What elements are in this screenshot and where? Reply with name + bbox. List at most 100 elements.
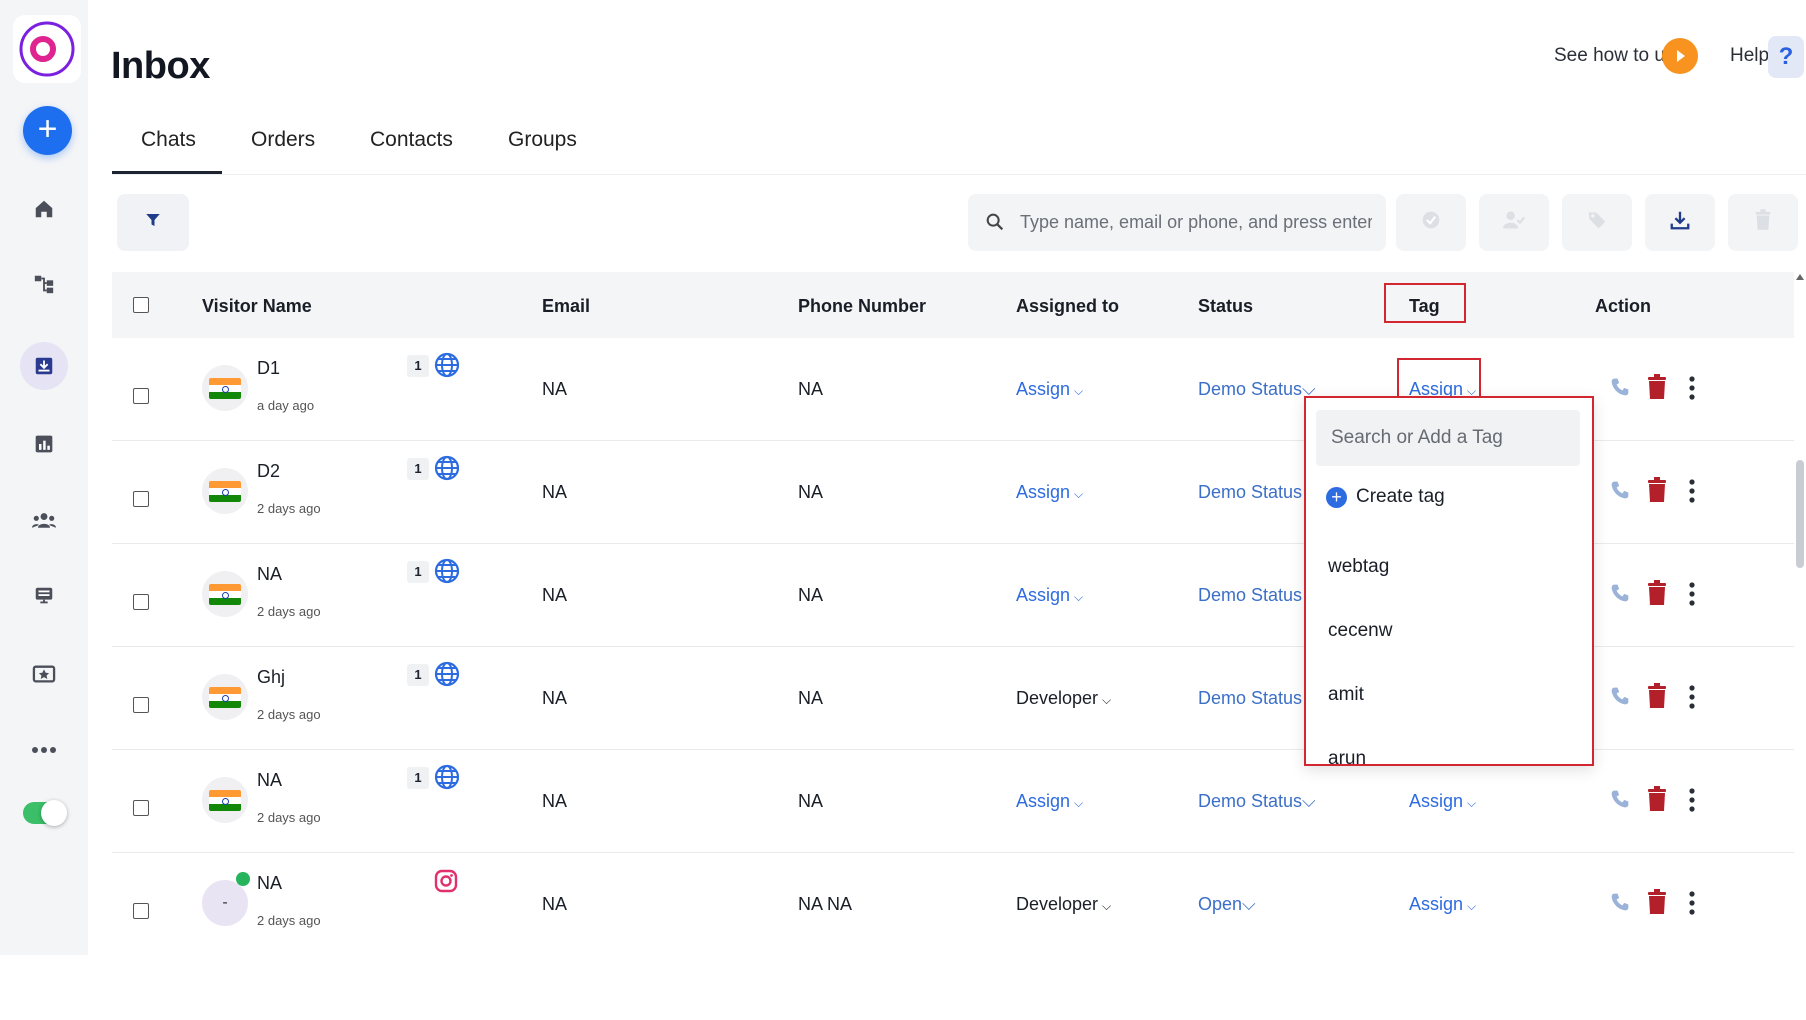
rewards-icon[interactable] xyxy=(20,650,68,698)
assign-agent-button[interactable] xyxy=(1479,194,1549,251)
status-dropdown[interactable]: Demo Status xyxy=(1198,688,1302,709)
assign-agent-dropdown[interactable]: Assign ⌵ xyxy=(1016,791,1083,812)
phone-icon[interactable] xyxy=(1610,686,1630,711)
online-toggle[interactable] xyxy=(23,800,67,826)
chevron-down-icon: ⌵ xyxy=(1242,894,1256,914)
phone-icon[interactable] xyxy=(1610,789,1630,814)
broadcast-icon[interactable] xyxy=(20,572,68,620)
phone-cell: NA xyxy=(798,791,824,811)
more-vertical-icon[interactable] xyxy=(1689,891,1695,920)
status-dropdown[interactable]: Demo Status⌵ xyxy=(1198,791,1316,812)
unread-count-badge: 1 xyxy=(407,355,429,377)
col-status[interactable]: Status xyxy=(1198,296,1253,317)
more-vertical-icon[interactable] xyxy=(1689,479,1695,508)
tag-assign-dropdown[interactable]: Assign ⌵ xyxy=(1409,894,1476,915)
status-dropdown[interactable]: Demo Status xyxy=(1198,482,1302,503)
avatar xyxy=(202,468,248,514)
visitor-name[interactable]: D2 xyxy=(257,461,280,482)
assign-agent-dropdown[interactable]: Developer ⌵ xyxy=(1016,688,1111,709)
visitor-time: 2 days ago xyxy=(257,604,321,619)
visitor-name[interactable]: D1 xyxy=(257,358,280,379)
col-visitor-name[interactable]: Visitor Name xyxy=(202,296,312,317)
status-dropdown[interactable]: Demo Status xyxy=(1198,585,1302,606)
trash-icon[interactable] xyxy=(1647,889,1667,920)
contacts-group-icon[interactable] xyxy=(20,496,68,544)
tag-assign-dropdown[interactable]: Assign ⌵ xyxy=(1409,791,1476,812)
filter-button[interactable] xyxy=(117,194,189,251)
tag-label: Assign xyxy=(1409,894,1464,914)
visitor-name[interactable]: Ghj xyxy=(257,667,285,688)
trash-icon[interactable] xyxy=(1647,477,1667,508)
row-checkbox[interactable] xyxy=(133,594,149,610)
status-dropdown[interactable]: Open⌵ xyxy=(1198,894,1256,915)
phone-icon[interactable] xyxy=(1610,480,1630,505)
assign-agent-dropdown[interactable]: Assign ⌵ xyxy=(1016,585,1083,606)
visitor-name[interactable]: NA xyxy=(257,873,282,894)
play-icon[interactable] xyxy=(1662,38,1698,74)
col-phone[interactable]: Phone Number xyxy=(798,296,926,317)
col-email[interactable]: Email xyxy=(542,296,590,317)
chevron-down-icon: ⌵ xyxy=(1102,693,1112,707)
phone-icon[interactable] xyxy=(1610,583,1630,608)
help-icon[interactable]: ? xyxy=(1768,36,1804,78)
assign-agent-dropdown[interactable]: Assign ⌵ xyxy=(1016,482,1083,503)
chevron-down-icon: ⌵ xyxy=(1074,384,1084,398)
table-row[interactable]: - NA 2 days ago NA NA NA Developer ⌵ Open⌵ Assig… xyxy=(112,853,1794,955)
phone-icon[interactable] xyxy=(1610,377,1630,402)
visitor-name[interactable]: NA xyxy=(257,770,282,791)
delete-selected-button[interactable] xyxy=(1728,194,1798,251)
flow-icon[interactable] xyxy=(20,260,68,308)
more-icon[interactable] xyxy=(20,726,68,774)
analytics-icon[interactable] xyxy=(20,420,68,468)
tag-option[interactable]: arun xyxy=(1328,748,1366,764)
add-button[interactable]: + xyxy=(23,106,72,155)
row-checkbox[interactable] xyxy=(133,491,149,507)
app-logo[interactable] xyxy=(13,15,81,83)
select-all-checkbox[interactable] xyxy=(133,297,149,313)
more-vertical-icon[interactable] xyxy=(1689,376,1695,405)
phone-cell: NA xyxy=(798,482,824,502)
chevron-down-icon: ⌵ xyxy=(1467,899,1477,913)
resolve-button[interactable] xyxy=(1396,194,1466,251)
col-assigned[interactable]: Assigned to xyxy=(1016,296,1119,317)
row-checkbox[interactable] xyxy=(133,697,149,713)
trash-icon[interactable] xyxy=(1647,580,1667,611)
trash-icon[interactable] xyxy=(1647,786,1667,817)
visitor-name[interactable]: NA xyxy=(257,564,282,585)
globe-icon xyxy=(434,558,460,589)
trash-icon[interactable] xyxy=(1647,374,1667,405)
row-checkbox[interactable] xyxy=(133,800,149,816)
tag-option[interactable]: amit xyxy=(1328,684,1364,706)
phone-cell: NA xyxy=(798,379,824,399)
more-vertical-icon[interactable] xyxy=(1689,582,1695,611)
tab-chats[interactable]: Chats xyxy=(141,128,196,152)
home-icon[interactable] xyxy=(20,185,68,233)
help-label[interactable]: Help xyxy=(1730,45,1769,67)
more-vertical-icon[interactable] xyxy=(1689,685,1695,714)
tag-option[interactable]: webtag xyxy=(1328,556,1389,578)
status-dropdown[interactable]: Demo Status⌵ xyxy=(1198,379,1316,400)
table-scrollbar[interactable] xyxy=(1794,272,1806,955)
tab-groups[interactable]: Groups xyxy=(508,128,577,152)
tab-orders[interactable]: Orders xyxy=(251,128,315,152)
inbox-icon[interactable] xyxy=(20,342,68,390)
download-button[interactable] xyxy=(1645,194,1715,251)
tag-button[interactable] xyxy=(1562,194,1632,251)
assign-agent-dropdown[interactable]: Developer ⌵ xyxy=(1016,894,1111,915)
scroll-thumb[interactable] xyxy=(1796,460,1804,568)
more-vertical-icon[interactable] xyxy=(1689,788,1695,817)
search-input[interactable] xyxy=(1012,194,1372,251)
avatar xyxy=(202,365,248,411)
row-checkbox[interactable] xyxy=(133,388,149,404)
tag-search-input[interactable] xyxy=(1316,410,1580,466)
phone-icon[interactable] xyxy=(1610,892,1630,917)
trash-icon[interactable] xyxy=(1647,683,1667,714)
row-checkbox[interactable] xyxy=(133,903,149,919)
unread-count-badge: 1 xyxy=(407,561,429,583)
assign-agent-dropdown[interactable]: Assign ⌵ xyxy=(1016,379,1083,400)
tab-contacts[interactable]: Contacts xyxy=(370,128,453,152)
create-tag-button[interactable]: + Create tag xyxy=(1326,486,1445,508)
email-cell: NA xyxy=(542,482,568,502)
tag-option[interactable]: cecenw xyxy=(1328,620,1392,642)
scroll-up-icon[interactable] xyxy=(1796,274,1804,280)
